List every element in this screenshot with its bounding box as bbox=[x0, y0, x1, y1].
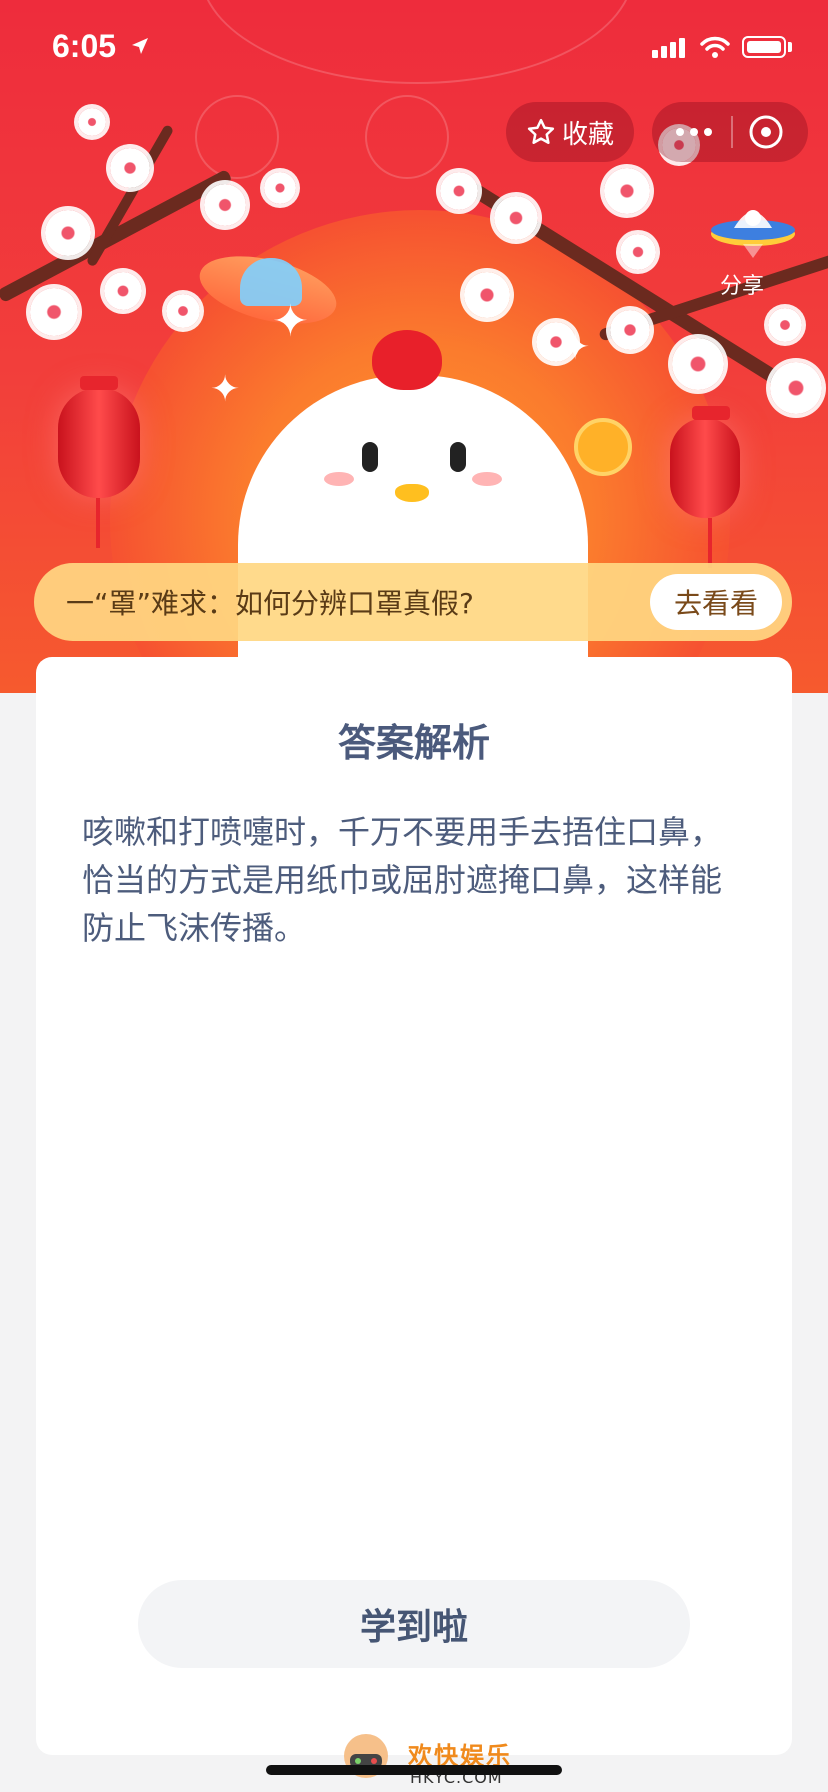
gold-coin bbox=[574, 418, 632, 476]
plum-blossom bbox=[204, 184, 246, 226]
close-target-icon[interactable] bbox=[748, 114, 784, 150]
star-icon bbox=[527, 118, 555, 144]
plum-blossom bbox=[264, 172, 296, 204]
chick-eye bbox=[362, 442, 378, 472]
status-time: 6:05 bbox=[52, 28, 117, 64]
plum-blossom bbox=[440, 172, 478, 210]
sparkle-icon: ✦ bbox=[210, 369, 241, 410]
wifi-icon bbox=[700, 36, 730, 58]
sparkle-icon: ✦ bbox=[560, 327, 591, 368]
plum-blossom bbox=[768, 308, 802, 342]
ufo-share-icon[interactable] bbox=[708, 196, 798, 258]
chick-comb bbox=[372, 330, 442, 390]
decor-ornament bbox=[195, 95, 279, 179]
sparkle-icon: ✦ bbox=[272, 296, 309, 347]
battery-icon bbox=[742, 36, 786, 58]
watermark-logo bbox=[344, 1734, 388, 1778]
plum-blossom bbox=[110, 148, 150, 188]
plum-blossom bbox=[464, 272, 510, 318]
plum-blossom bbox=[494, 196, 538, 240]
plum-blossom bbox=[166, 294, 200, 328]
chick-beak bbox=[395, 484, 429, 502]
plum-blossom bbox=[104, 272, 142, 310]
decor-ornament bbox=[365, 95, 449, 179]
red-lantern bbox=[670, 406, 740, 568]
answer-text: 咳嗽和打喷嚏时，千万不要用手去捂住口鼻，恰当的方式是用纸巾或屈肘遮掩口鼻，这样能… bbox=[82, 813, 723, 947]
plum-blossom bbox=[78, 108, 106, 136]
plum-blossom bbox=[770, 362, 822, 414]
plum-blossom bbox=[620, 234, 656, 270]
home-indicator[interactable] bbox=[266, 1765, 562, 1775]
favorite-label: 收藏 bbox=[561, 119, 614, 150]
chick-cheek bbox=[324, 472, 354, 486]
decor-arch bbox=[200, 0, 634, 84]
chick-cheek bbox=[472, 472, 502, 486]
plum-blossom bbox=[672, 338, 724, 390]
plum-blossom bbox=[45, 210, 91, 256]
battery-tip bbox=[788, 42, 792, 52]
topic-text: 一“罩”难求：如何分辨口罩真假? bbox=[66, 587, 474, 620]
plum-blossom bbox=[610, 310, 650, 350]
share-label[interactable]: 分享 bbox=[720, 268, 764, 300]
favorite-button[interactable]: 收藏 bbox=[506, 102, 634, 162]
signal-icon bbox=[652, 38, 685, 58]
chick-eye bbox=[450, 442, 466, 472]
plum-blossom bbox=[604, 168, 650, 214]
go-see-button[interactable]: 去看看 bbox=[650, 574, 782, 630]
capsule-divider bbox=[731, 116, 733, 148]
plum-branch bbox=[85, 123, 175, 268]
card-title: 答案解析 bbox=[337, 721, 490, 765]
learned-button[interactable]: 学到啦 bbox=[138, 1580, 690, 1668]
location-arrow-icon bbox=[132, 38, 148, 54]
red-lantern bbox=[58, 376, 140, 548]
chick-mascot bbox=[238, 375, 588, 705]
more-icon[interactable] bbox=[672, 122, 716, 142]
plum-blossom bbox=[30, 288, 78, 336]
